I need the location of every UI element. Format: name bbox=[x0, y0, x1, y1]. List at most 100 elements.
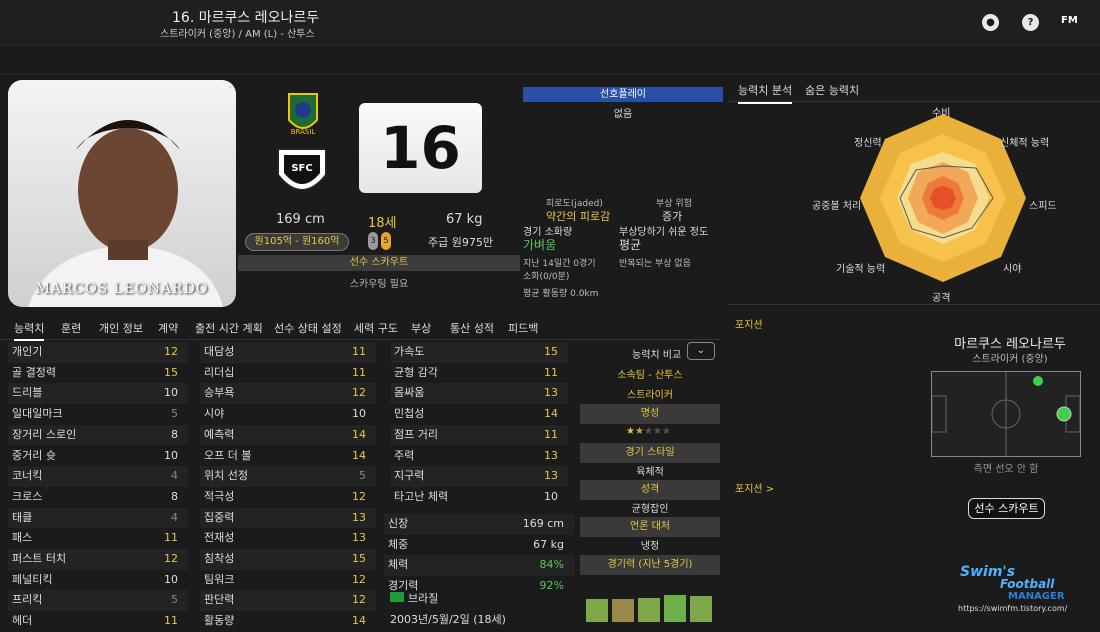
attribute-row[interactable]: 태클 4 bbox=[8, 507, 188, 529]
attribute-label: 코너킥 bbox=[12, 469, 43, 483]
attribute-row[interactable]: 골 결정력 15 bbox=[8, 363, 188, 384]
attribute-row[interactable]: 주력 13 bbox=[390, 446, 568, 467]
chevron-down-icon[interactable]: ⌄ bbox=[226, 80, 234, 91]
tab-history[interactable]: 통산 성적 bbox=[450, 320, 494, 336]
proneness-value: 평균 bbox=[619, 238, 642, 252]
attribute-value: 15 bbox=[544, 345, 558, 358]
attribute-row[interactable]: 코너킥 4 bbox=[8, 466, 188, 487]
attribute-row[interactable]: 프리킥 5 bbox=[8, 590, 188, 612]
chevron-down-icon[interactable]: ⌄ bbox=[687, 342, 715, 360]
tab-injuries[interactable]: 부상 bbox=[411, 320, 431, 336]
attribute-row[interactable]: 타고난 체력 10 bbox=[390, 487, 568, 508]
globe-icon[interactable]: ● bbox=[982, 14, 999, 31]
player-silhouette bbox=[28, 120, 223, 307]
tab-feedback[interactable]: 피드백 bbox=[508, 320, 538, 336]
attribute-row[interactable]: 장거리 스로인 8 bbox=[8, 424, 188, 446]
age-value: 18세 bbox=[368, 216, 397, 231]
attribute-label: 프리킥 bbox=[12, 593, 43, 607]
attribute-row[interactable]: 위치 선정 5 bbox=[200, 466, 376, 487]
attribute-row[interactable]: 오프 더 볼 14 bbox=[200, 446, 376, 467]
player-position: 스트라이커 (중앙) / AM (L) - 산투스 bbox=[160, 29, 315, 40]
attribute-row[interactable]: 민첩성 14 bbox=[390, 404, 568, 425]
tab-dynamics[interactable]: 세력 구도 bbox=[354, 320, 398, 336]
santos-crest-icon: SFC bbox=[277, 148, 327, 191]
attribute-value: 5 bbox=[359, 469, 366, 483]
radar-label: 신체적 능력 bbox=[1000, 138, 1050, 149]
attribute-row[interactable]: 퍼스트 터치 12 bbox=[8, 549, 188, 570]
tab-attribute-analysis[interactable]: 능력치 분석 bbox=[738, 82, 793, 104]
attribute-row[interactable]: 일대일마크 5 bbox=[8, 404, 188, 425]
fm-logo[interactable]: FM bbox=[1061, 15, 1078, 26]
attribute-value: 12 bbox=[164, 345, 178, 358]
attribute-label: 지구력 bbox=[394, 469, 425, 483]
right-tabs: 능력치 분석 숨은 능력치 bbox=[728, 76, 1100, 104]
attribute-row[interactable]: 승부욕 12 bbox=[200, 383, 376, 405]
attribute-label: 태클 bbox=[12, 510, 33, 524]
tab-personal[interactable]: 개인 정보 bbox=[99, 320, 143, 336]
attribute-row[interactable]: 활동량 14 bbox=[200, 611, 376, 632]
attribute-row[interactable]: 지구력 13 bbox=[390, 466, 568, 487]
attribute-row[interactable]: 헤더 11 bbox=[8, 611, 188, 632]
compare-team[interactable]: 소속팀 - 산투스 bbox=[580, 366, 720, 381]
star-icon: ★ bbox=[661, 426, 671, 437]
attribute-row[interactable]: 체중 67 kg bbox=[384, 535, 574, 556]
attribute-value: 14 bbox=[352, 427, 366, 441]
attribute-row[interactable]: 집중력 13 bbox=[200, 507, 376, 529]
attribute-value: 5 bbox=[171, 407, 178, 421]
radar-label: 정신력 bbox=[854, 138, 882, 149]
attribute-row[interactable]: 체력 84% bbox=[384, 555, 574, 577]
tab-hidden-attributes[interactable]: 숨은 능력치 bbox=[805, 82, 859, 98]
attribute-value: 8 bbox=[171, 427, 178, 441]
attribute-value: 14 bbox=[544, 407, 558, 421]
attribute-label: 골 결정력 bbox=[12, 365, 56, 379]
svg-text:SFC: SFC bbox=[291, 163, 312, 174]
attribute-value: 15 bbox=[164, 365, 178, 379]
attribute-row[interactable]: 페널티킥 10 bbox=[8, 570, 188, 591]
star-icon: ★ bbox=[634, 426, 644, 437]
attribute-row[interactable]: 적극성 12 bbox=[200, 487, 376, 508]
attribute-value: 11 bbox=[164, 531, 178, 545]
attribute-row[interactable]: 균형 감각 11 bbox=[390, 363, 568, 384]
attribute-row[interactable]: 리더십 11 bbox=[200, 363, 376, 384]
attribute-row[interactable]: 중거리 슛 10 bbox=[8, 446, 188, 467]
attribute-value: 12 bbox=[352, 489, 366, 503]
attribute-row[interactable]: 예측력 14 bbox=[200, 424, 376, 446]
attribute-row[interactable]: 전재성 13 bbox=[200, 528, 376, 549]
attribute-row[interactable]: 개인기 12 bbox=[8, 342, 188, 363]
attribute-label: 대담성 bbox=[204, 345, 235, 358]
attribute-row[interactable]: 몸싸움 13 bbox=[390, 383, 568, 405]
photo-caption: MARCOS LEONARDO bbox=[35, 281, 209, 297]
recent-minutes: 소화(0/0분) bbox=[523, 272, 570, 282]
attribute-row[interactable]: 침착성 15 bbox=[200, 549, 376, 570]
attribute-value: 11 bbox=[164, 614, 178, 628]
attribute-label: 개인기 bbox=[12, 345, 43, 358]
attribute-row[interactable]: 크로스 8 bbox=[8, 487, 188, 508]
form-bar bbox=[664, 595, 686, 622]
tab-attributes[interactable]: 능력치 bbox=[14, 320, 45, 341]
attribute-value: 15 bbox=[352, 552, 366, 565]
attribute-row[interactable]: 패스 11 bbox=[8, 528, 188, 549]
radar-label: 기술적 능력 bbox=[836, 264, 886, 275]
tab-training[interactable]: 훈련 bbox=[61, 320, 81, 336]
attribute-row[interactable]: 대담성 11 bbox=[200, 342, 376, 363]
attribute-value: 8 bbox=[171, 489, 178, 503]
tab-status[interactable]: 선수 상태 설정 bbox=[274, 320, 342, 336]
attribute-row[interactable]: 판단력 12 bbox=[200, 590, 376, 612]
weight-value: 67 kg bbox=[446, 212, 483, 227]
form-bar bbox=[690, 596, 712, 622]
attribute-value: 84% bbox=[539, 558, 564, 572]
attribute-row[interactable]: 신장 169 cm bbox=[384, 514, 574, 535]
scout-player-button[interactable]: 선수 스카우트 bbox=[968, 498, 1045, 519]
attribute-row[interactable]: 시야 10 bbox=[200, 404, 376, 425]
tab-playing-time[interactable]: 출전 시간 계획 bbox=[195, 320, 263, 336]
wage-range-badge[interactable]: 원105억 - 원160억 bbox=[245, 233, 349, 251]
position-label: 포지션 bbox=[735, 320, 763, 331]
attribute-row[interactable]: 가속도 15 bbox=[390, 342, 568, 363]
tab-contract[interactable]: 계약 bbox=[158, 320, 178, 336]
attribute-row[interactable]: 팀워크 12 bbox=[200, 570, 376, 591]
attribute-row[interactable]: 드리블 10 bbox=[8, 383, 188, 405]
attribute-label: 적극성 bbox=[204, 489, 235, 503]
attribute-row[interactable]: 점프 거리 11 bbox=[390, 424, 568, 446]
help-icon[interactable]: ? bbox=[1022, 14, 1039, 31]
position-link[interactable]: 포지션 > bbox=[735, 480, 774, 495]
